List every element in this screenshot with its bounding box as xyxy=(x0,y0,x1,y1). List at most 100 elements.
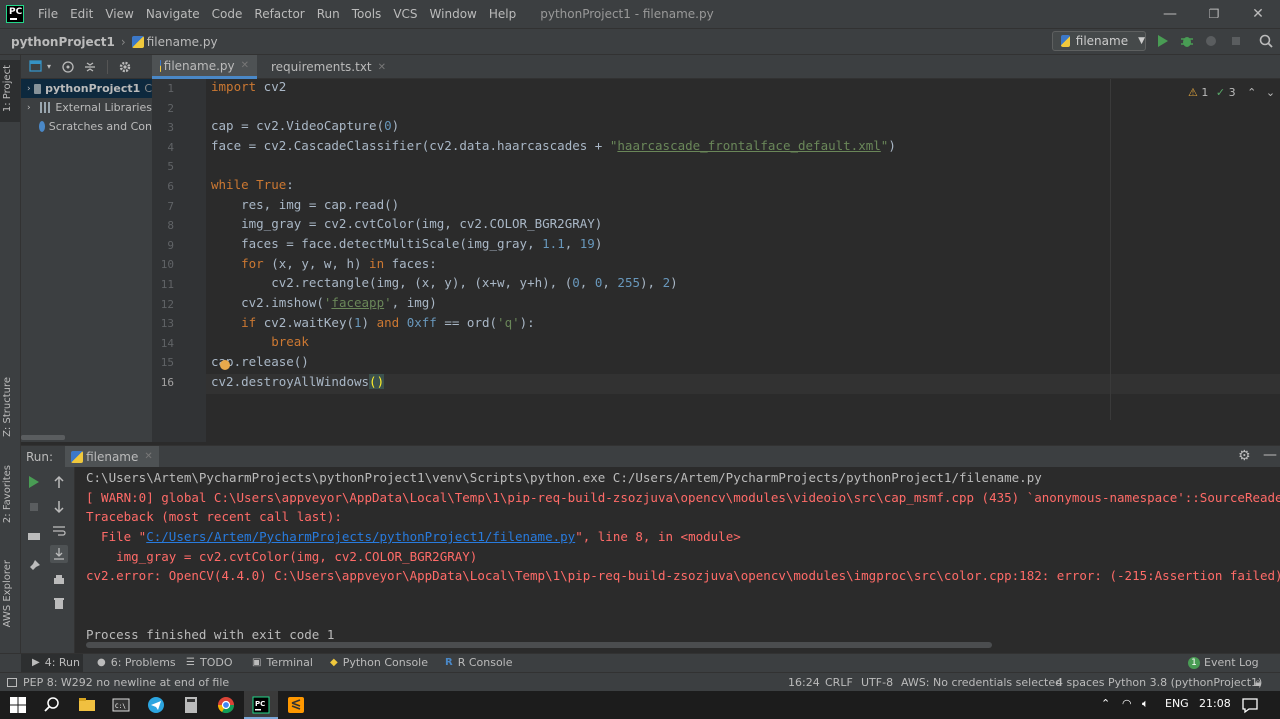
favorites-tool-tab[interactable]: 2: Favorites xyxy=(2,465,13,523)
sublime-text-icon[interactable] xyxy=(286,695,306,715)
minimize-panel-icon[interactable]: — xyxy=(1263,447,1277,463)
traceback-file-link[interactable]: C:/Users/Artem/PycharmProjects/pythonPro… xyxy=(146,529,575,544)
close-icon[interactable]: ✕ xyxy=(241,60,249,71)
menu-edit[interactable]: Edit xyxy=(70,7,93,21)
project-tool-tab[interactable]: 1: Project xyxy=(2,65,13,112)
run-configuration-dropdown[interactable]: filename ▼ xyxy=(1052,31,1146,51)
status-message[interactable]: PEP 8: W292 no newline at end of file xyxy=(7,676,229,689)
telegram-icon[interactable] xyxy=(146,695,166,715)
indent-setting[interactable]: 4 spaces xyxy=(1056,676,1105,689)
chevron-down-icon[interactable]: ⌄ xyxy=(1266,86,1275,99)
stop-icon[interactable] xyxy=(27,500,41,514)
view-mode-icon[interactable] xyxy=(29,59,45,74)
gear-icon[interactable] xyxy=(118,60,132,74)
tool-terminal[interactable]: ▣ Terminal xyxy=(252,656,313,669)
menu-view[interactable]: View xyxy=(105,7,133,21)
language-indicator[interactable]: ENG xyxy=(1165,697,1189,710)
gear-icon[interactable]: ⚙ xyxy=(1238,448,1251,464)
tree-item-scratches[interactable]: Scratches and Con xyxy=(21,117,152,136)
clock[interactable]: 21:08 xyxy=(1199,697,1231,710)
lightbulb-icon[interactable] xyxy=(220,360,230,370)
caret-position[interactable]: 16:24 xyxy=(788,676,820,689)
minimize-button[interactable]: — xyxy=(1160,4,1180,24)
tool-run[interactable]: ▶ 4: Run xyxy=(32,656,80,669)
tool-python-console[interactable]: ◆ Python Console xyxy=(330,656,428,669)
scratches-icon xyxy=(38,121,45,132)
menu-run[interactable]: Run xyxy=(317,7,340,21)
search-icon[interactable] xyxy=(1258,33,1274,49)
terminal-app-icon[interactable]: C:\ xyxy=(111,695,131,715)
aws-credentials[interactable]: AWS: No credentials selected xyxy=(901,676,1062,689)
calculator-icon[interactable] xyxy=(181,695,201,715)
menu-help[interactable]: Help xyxy=(489,7,516,21)
scroll-to-end-icon[interactable] xyxy=(52,547,66,561)
menu-vcs[interactable]: VCS xyxy=(393,7,417,21)
project-horizontal-scrollbar[interactable] xyxy=(21,435,65,440)
ok-count: 3 xyxy=(1228,86,1236,99)
tool-problems[interactable]: ● 6: Problems xyxy=(97,656,176,669)
pycharm-app-icon[interactable]: PC xyxy=(251,695,271,715)
tool-event-log[interactable]: 1 Event Log xyxy=(1188,656,1259,669)
close-icon[interactable]: ✕ xyxy=(378,62,386,73)
close-icon[interactable]: ✕ xyxy=(144,451,152,462)
volume-icon[interactable]: 🔈︎ xyxy=(1142,697,1149,711)
tab-filename-py[interactable]: filename.py ✕ xyxy=(152,55,257,79)
run-tab-filename[interactable]: filename ✕ xyxy=(65,445,159,468)
folder-icon xyxy=(34,83,42,94)
run-icon[interactable] xyxy=(1155,33,1171,49)
restore-button[interactable]: ❐ xyxy=(1204,4,1224,24)
tray-chevron-up-icon[interactable]: ⌃ xyxy=(1101,697,1110,710)
print-icon[interactable] xyxy=(52,573,66,587)
menu-refactor[interactable]: Refactor xyxy=(254,7,304,21)
coverage-icon[interactable] xyxy=(1203,33,1219,49)
menu-window[interactable]: Window xyxy=(430,7,477,21)
python-interpreter[interactable]: Python 3.8 (pythonProject1) xyxy=(1108,676,1262,689)
menu-code[interactable]: Code xyxy=(212,7,243,21)
run-console[interactable]: C:\Users\Artem\PycharmProjects\pythonPro… xyxy=(75,467,1280,653)
chrome-icon[interactable] xyxy=(216,695,236,715)
code-editor[interactable]: import cv2 cap = cv2.VideoCapture(0) fac… xyxy=(206,79,1280,442)
console-line: img_gray = cv2.cvtColor(img, cv2.COLOR_B… xyxy=(86,549,478,564)
structure-tool-tab[interactable]: Z: Structure xyxy=(2,377,13,437)
chevron-right-icon[interactable]: › xyxy=(27,103,40,113)
locate-icon[interactable] xyxy=(61,60,75,74)
notification-icon[interactable] xyxy=(1240,695,1260,715)
chevron-up-icon[interactable]: ⌃ xyxy=(1247,86,1256,99)
search-icon[interactable] xyxy=(42,695,62,715)
menu-tools[interactable]: Tools xyxy=(352,7,382,21)
breadcrumb-project[interactable]: pythonProject1 xyxy=(11,35,115,49)
breadcrumb-separator: › xyxy=(120,34,126,49)
chevron-right-icon[interactable]: › xyxy=(27,84,34,94)
menu-file[interactable]: File xyxy=(38,7,58,21)
tree-item-external-libraries[interactable]: › External Libraries xyxy=(21,98,152,117)
trash-icon[interactable] xyxy=(52,596,66,610)
window-title: pythonProject1 - filename.py xyxy=(540,7,714,21)
layout-icon[interactable] xyxy=(27,529,41,543)
pin-icon[interactable] xyxy=(27,559,41,573)
menu-navigate[interactable]: Navigate xyxy=(146,7,200,21)
close-window-button[interactable]: ✕ xyxy=(1248,4,1268,24)
file-explorer-icon[interactable] xyxy=(77,695,97,715)
chevron-down-icon[interactable]: ▾ xyxy=(47,62,51,71)
tool-r-console[interactable]: R R Console xyxy=(445,656,513,669)
line-separator[interactable]: CRLF xyxy=(825,676,853,689)
rerun-icon[interactable] xyxy=(27,475,41,489)
inspection-widget[interactable]: ⚠ 1 ✓ 3 ⌃ ⌄ xyxy=(1188,86,1275,99)
windows-start-icon[interactable] xyxy=(8,695,28,715)
debug-icon[interactable] xyxy=(1179,33,1195,49)
stop-icon[interactable] xyxy=(1228,33,1244,49)
collapse-all-icon[interactable] xyxy=(83,60,97,74)
chevron-down-icon: ▼ xyxy=(1138,36,1145,46)
arrow-down-icon[interactable] xyxy=(52,500,66,514)
tool-todo[interactable]: ☰ TODO xyxy=(186,656,232,669)
breadcrumb-file[interactable]: filename.py xyxy=(131,35,218,49)
arrow-up-icon[interactable] xyxy=(52,475,66,489)
tab-requirements-txt[interactable]: requirements.txt ✕ xyxy=(260,55,386,79)
tree-item-project-root[interactable]: › pythonProject1 C xyxy=(21,79,152,98)
wifi-icon[interactable]: ◠ xyxy=(1122,697,1132,710)
aws-explorer-tool-tab[interactable]: AWS Explorer xyxy=(2,560,13,627)
lock-icon[interactable]: 🔒︎ xyxy=(1255,676,1261,690)
soft-wrap-icon[interactable] xyxy=(52,524,66,538)
console-horizontal-scrollbar[interactable] xyxy=(86,642,992,648)
file-encoding[interactable]: UTF-8 xyxy=(861,676,893,689)
